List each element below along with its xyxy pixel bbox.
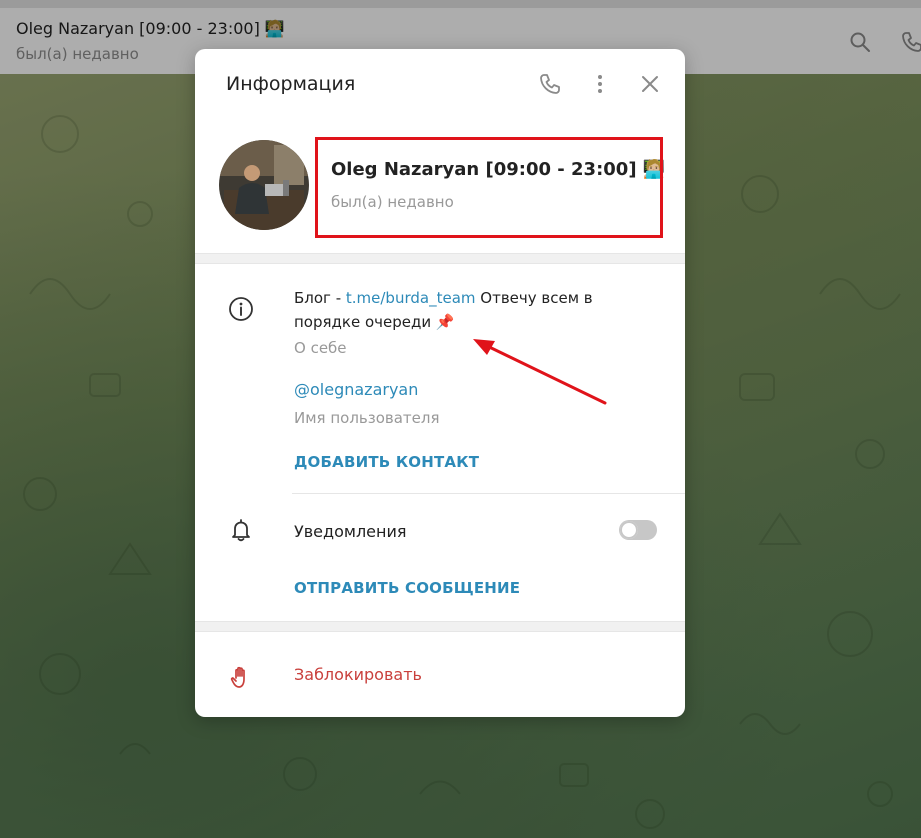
notifications-toggle[interactable] (619, 520, 657, 540)
section-divider (195, 253, 685, 264)
block-user-button[interactable]: Заблокировать (294, 665, 422, 684)
username-link[interactable]: @olegnazaryan (294, 380, 418, 399)
more-vertical-icon[interactable] (588, 72, 612, 96)
user-info-dialog: Информация Oleg Nazaryan [09:00 - 23:00]… (195, 49, 685, 717)
hand-block-icon (230, 666, 245, 688)
bio-label: О себе (294, 339, 347, 357)
close-icon[interactable] (638, 72, 662, 96)
bio-text: Блог - t.me/burda_team Отвечу всем в пор… (294, 286, 594, 334)
bio-prefix: Блог - (294, 289, 346, 307)
notifications-label: Уведомления (294, 522, 407, 541)
bio-link[interactable]: t.me/burda_team (346, 289, 476, 307)
section-divider (195, 621, 685, 632)
avatar[interactable] (219, 140, 309, 230)
add-contact-button[interactable]: ДОБАВИТЬ КОНТАКТ (294, 453, 479, 471)
arrow-annotation (473, 339, 607, 405)
telegram-window: Oleg Nazaryan [09:00 - 23:00] 🧑🏼‍💻 был(а… (0, 0, 921, 838)
highlight-annotation-box (315, 137, 663, 238)
row-divider (292, 493, 685, 494)
toggle-knob (620, 521, 638, 539)
username-label: Имя пользователя (294, 409, 440, 427)
bell-icon (232, 519, 250, 542)
phone-icon[interactable] (538, 72, 562, 96)
dialog-title: Информация (226, 73, 356, 95)
send-message-button[interactable]: ОТПРАВИТЬ СООБЩЕНИЕ (294, 579, 520, 597)
info-icon (229, 297, 253, 321)
